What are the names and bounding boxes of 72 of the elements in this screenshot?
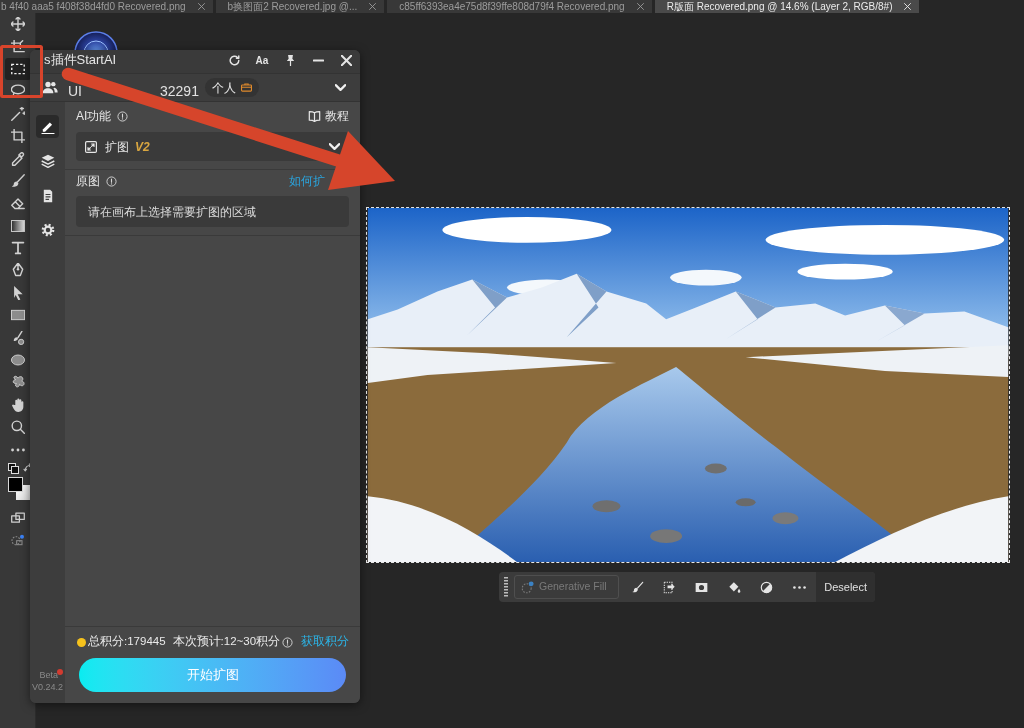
section-label: 原图 bbox=[76, 173, 100, 190]
rectangle-icon bbox=[10, 308, 25, 323]
layers-icon bbox=[40, 154, 55, 168]
document-tab[interactable]: b换图面2 Recovered.jpg @... bbox=[215, 0, 385, 13]
info-icon bbox=[282, 636, 294, 648]
frame-arrow-icon bbox=[663, 580, 677, 594]
users-icon bbox=[42, 81, 58, 94]
brush-icon bbox=[10, 173, 25, 188]
gradient-icon bbox=[10, 218, 25, 233]
settings-icon bbox=[40, 223, 55, 237]
beta-label: Beta bbox=[39, 669, 58, 681]
version-label: V0.24.2 bbox=[31, 681, 63, 694]
briefcase-icon bbox=[240, 83, 252, 92]
stacked-windows-icon bbox=[10, 511, 25, 524]
eraser-icon bbox=[10, 196, 25, 211]
magic-wand-icon bbox=[10, 106, 25, 121]
document-tab[interactable]: b 4f40 aaa5 f408f38d4fd0 Recovered.png bbox=[0, 0, 213, 13]
mask-icon bbox=[695, 580, 709, 594]
document-tab[interactable]: c85ff6393ea4e75d8f39ffe808d79f4 Recovered.png bbox=[387, 0, 652, 13]
section-label: AI功能 bbox=[76, 108, 112, 125]
move-arrows-icon bbox=[10, 17, 25, 32]
annotation-frame bbox=[0, 45, 43, 98]
info-icon bbox=[106, 175, 117, 187]
refresh-icon bbox=[228, 54, 240, 66]
dashed-circle-icon bbox=[521, 580, 534, 594]
plan-badge: 个人 bbox=[204, 78, 259, 97]
pin-icon bbox=[284, 54, 296, 66]
foreground-swatch-icon[interactable] bbox=[7, 476, 23, 492]
deselect-button[interactable]: Deselect bbox=[816, 572, 875, 602]
paint-bucket-icon bbox=[727, 580, 741, 594]
more-dots-icon bbox=[10, 447, 25, 452]
edit-tab[interactable] bbox=[36, 115, 59, 138]
user-id-text: 32291 bbox=[160, 82, 199, 99]
minimize-icon bbox=[312, 58, 324, 62]
blob-shape-icon bbox=[10, 375, 25, 390]
default-colors-icon[interactable] bbox=[7, 462, 19, 474]
chevron-down-icon bbox=[329, 143, 340, 150]
hand-icon bbox=[10, 397, 25, 412]
dashed-rectangle-icon bbox=[10, 61, 25, 76]
ellipse-icon bbox=[10, 353, 25, 368]
info-icon bbox=[117, 110, 129, 122]
document-tab[interactable]: R版面 Recovered.png @ 14.6% (Layer 2, RGB/8#) bbox=[654, 0, 920, 13]
brush-icon bbox=[630, 580, 644, 594]
close-icon bbox=[340, 54, 352, 66]
drag-handle-icon[interactable] bbox=[504, 577, 508, 597]
font-size-button[interactable]: Aa bbox=[252, 50, 272, 70]
half-circle-icon bbox=[760, 580, 774, 594]
more-dots-icon bbox=[792, 585, 806, 589]
coin-dot-icon bbox=[77, 637, 86, 647]
dashed-mask-icon bbox=[10, 533, 25, 546]
crop-icon bbox=[10, 129, 25, 144]
pen-nib-icon bbox=[10, 263, 25, 278]
notification-dot-icon bbox=[57, 669, 63, 675]
book-icon bbox=[308, 110, 321, 122]
chevron-down-icon bbox=[334, 84, 346, 91]
eyedropper-icon bbox=[10, 151, 25, 166]
marquee-tool-button[interactable] bbox=[4, 57, 31, 81]
get-credits-link[interactable]: 获取积分 bbox=[301, 633, 349, 651]
credits-total: 总积分:179445 bbox=[88, 634, 166, 650]
artboard-icon bbox=[10, 39, 25, 54]
close-icon[interactable] bbox=[636, 3, 644, 10]
close-icon[interactable] bbox=[369, 3, 377, 10]
selection-hint-field: 请在画布上选择需要扩图的区域 bbox=[76, 196, 349, 227]
close-icon[interactable] bbox=[197, 3, 205, 10]
text-t-icon bbox=[10, 241, 25, 256]
help-link[interactable]: 如何扩 bbox=[289, 174, 325, 188]
credits-estimate: 本次预计:12~30积分 bbox=[172, 634, 281, 650]
tutorial-link[interactable]: 教程 bbox=[308, 107, 349, 125]
expand-square-icon bbox=[85, 140, 97, 153]
user-id-text: UI bbox=[68, 82, 82, 99]
search-icon bbox=[10, 420, 25, 435]
panel-title: s插件StartAI bbox=[44, 52, 117, 68]
